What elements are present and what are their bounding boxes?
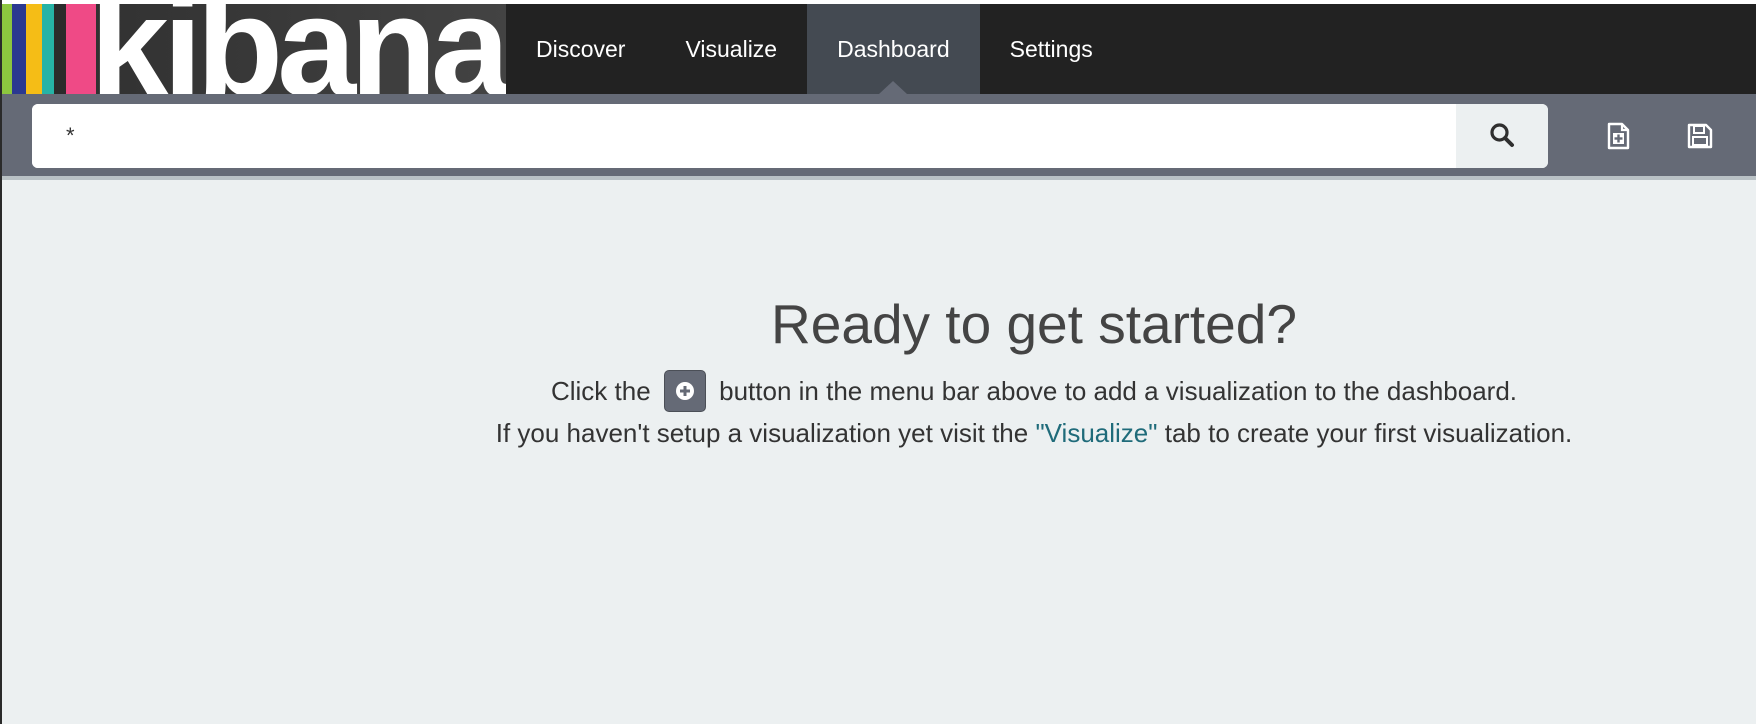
nav-tab-discover[interactable]: Discover <box>506 4 655 94</box>
top-navbar: kibana Discover Visualize Dashboard Sett… <box>2 4 1756 94</box>
nav-tab-visualize[interactable]: Visualize <box>655 4 807 94</box>
new-dashboard-button[interactable] <box>1598 118 1638 158</box>
search-bar <box>2 94 1756 178</box>
hint-suffix: tab to create your first visualization. <box>1164 418 1573 448</box>
save-dashboard-button[interactable] <box>1680 118 1720 158</box>
instruction-suffix: button in the menu bar above to add a vi… <box>719 375 1518 406</box>
dashboard-empty-state: Ready to get started? Click the button i… <box>2 180 1756 724</box>
logo-color-stripes <box>2 4 96 94</box>
hint-prefix: If you haven't setup a visualization yet… <box>495 418 1029 448</box>
query-input[interactable] <box>32 104 1454 168</box>
search-form <box>32 104 1548 168</box>
nav-tab-settings[interactable]: Settings <box>980 4 1123 94</box>
logo-wordmark: kibana <box>90 4 506 94</box>
empty-state-title: Ready to get started? <box>771 293 1297 355</box>
visualize-link[interactable]: "Visualize" <box>1035 418 1157 448</box>
new-dashboard-icon <box>1604 122 1632 155</box>
nav-tab-dashboard[interactable]: Dashboard <box>807 4 980 94</box>
search-icon <box>1489 122 1515 151</box>
add-visualization-button[interactable] <box>663 370 706 412</box>
plus-circle-icon <box>675 382 694 400</box>
search-button[interactable] <box>1456 104 1548 168</box>
empty-state-hint: If you haven't setup a visualization yet… <box>2 418 1756 449</box>
instruction-prefix: Click the <box>550 375 651 406</box>
save-icon <box>1687 123 1713 154</box>
empty-state-instruction: Click the button in the menu bar above t… <box>2 370 1756 414</box>
main-nav: Discover Visualize Dashboard Settings <box>506 4 1123 94</box>
kibana-logo[interactable]: kibana <box>2 4 506 94</box>
